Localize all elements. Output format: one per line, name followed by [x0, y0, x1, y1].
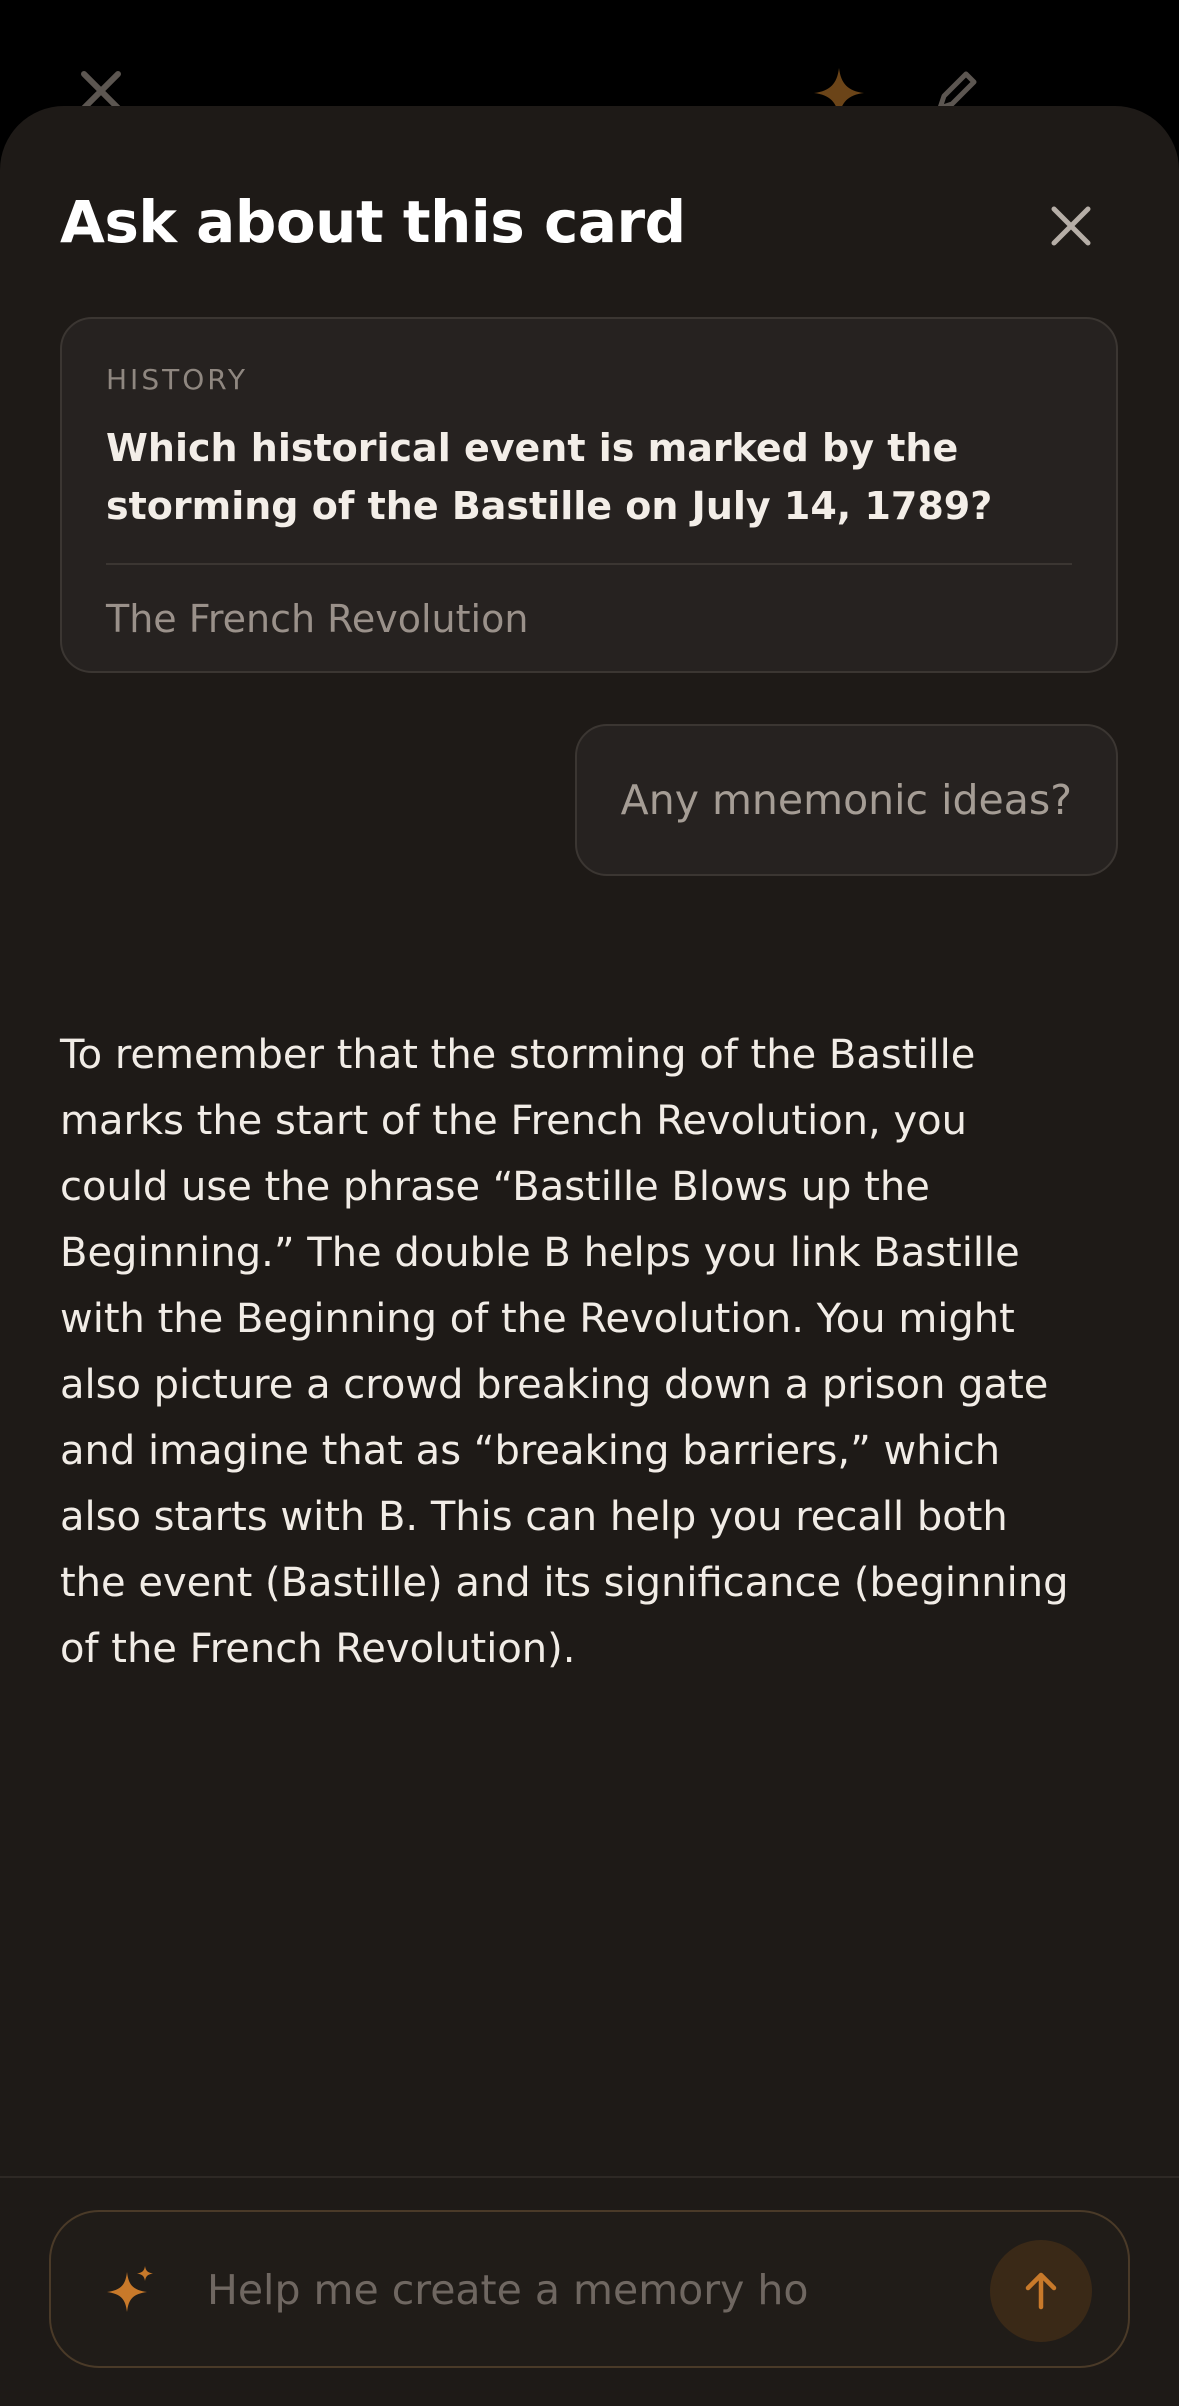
user-message-bubble: Any mnemonic ideas?: [574, 724, 1118, 876]
ask-about-card-sheet: Ask about this card HISTORY Which histor…: [0, 106, 1179, 2406]
arrow-up-icon: [1025, 2272, 1057, 2310]
card-question: Which historical event is marked by the …: [106, 426, 993, 528]
close-icon: [1051, 206, 1091, 246]
memory-hook-input[interactable]: [207, 2242, 807, 2338]
flashcard-preview: HISTORY Which historical event is marked…: [60, 317, 1118, 673]
card-divider: [106, 563, 1072, 565]
user-message-text: Any mnemonic ideas?: [620, 776, 1072, 824]
close-button[interactable]: [1043, 198, 1099, 254]
sheet-header: Ask about this card: [60, 180, 1119, 270]
assistant-message: To remember that the storming of the Bas…: [60, 1032, 1069, 1672]
send-button[interactable]: [990, 2240, 1092, 2342]
message-composer: [49, 2210, 1130, 2368]
composer-divider: [0, 2176, 1179, 2178]
card-answer: The French Revolution: [106, 597, 529, 641]
card-category: HISTORY: [106, 363, 248, 396]
sheet-title: Ask about this card: [60, 188, 686, 256]
sparkle-icon: [103, 2264, 157, 2318]
